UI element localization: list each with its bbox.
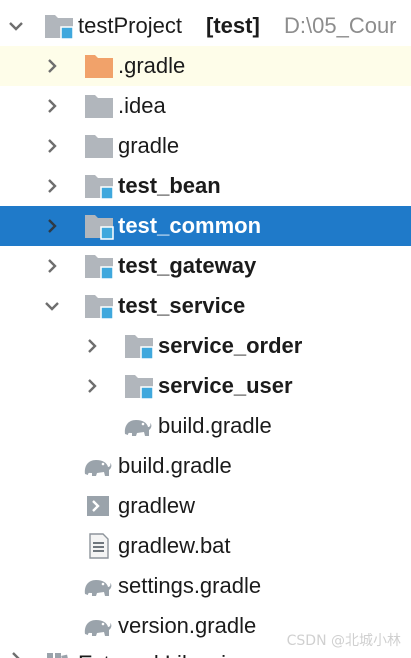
chevron-right-icon[interactable] (82, 336, 102, 356)
tree-row-gradlew-bat[interactable]: gradlew.bat (0, 526, 411, 566)
tree-row-test-service[interactable]: test_service (0, 286, 411, 326)
tree-label: test_gateway (118, 253, 257, 278)
tree-label: gradle (118, 133, 180, 158)
folder-orange-icon (85, 55, 113, 78)
chevron-right-icon[interactable] (42, 176, 62, 196)
chevron-right-icon[interactable] (6, 649, 26, 658)
module-folder-icon (85, 175, 114, 200)
tree-label: External Libraries (78, 649, 249, 658)
tree-label: test_bean (118, 173, 221, 198)
tree-row-gradlew[interactable]: gradlew (0, 486, 411, 526)
tree-row-dot-gradle[interactable]: .gradle (0, 46, 411, 86)
project-tree: testProject [test] D:\05_Cour .gradle .i… (0, 0, 411, 658)
tree-row-dot-idea[interactable]: .idea (0, 86, 411, 126)
chevron-right-icon[interactable] (42, 136, 62, 156)
chevron-right-icon[interactable] (42, 256, 62, 276)
folder-icon (85, 95, 113, 118)
shell-script-icon (87, 496, 109, 516)
tree-row-gradle[interactable]: gradle (0, 126, 411, 166)
project-name: testProject (78, 13, 182, 38)
tree-row-build-gradle[interactable]: build.gradle (0, 446, 411, 486)
tree-label: service_order (158, 333, 303, 358)
project-module-tag: [test] (206, 13, 260, 38)
gradle-elephant-icon (124, 420, 152, 436)
gradle-elephant-icon (84, 460, 112, 476)
tree-label: gradlew.bat (118, 533, 231, 558)
tree-label: version.gradle (118, 613, 257, 638)
chevron-right-icon[interactable] (42, 56, 62, 76)
tree-row-test-common[interactable]: test_common (0, 206, 411, 246)
module-folder-icon (85, 215, 114, 240)
tree-row-test-gateway[interactable]: test_gateway (0, 246, 411, 286)
tree-row-service-build-gradle[interactable]: build.gradle (0, 406, 411, 446)
tree-label: .gradle (118, 53, 186, 78)
module-folder-icon (125, 375, 154, 400)
gradle-elephant-icon (84, 620, 112, 636)
tree-label: test_common (118, 213, 262, 238)
module-folder-icon (125, 335, 154, 360)
module-folder-icon (45, 15, 74, 40)
tree-label: test_service (118, 293, 246, 318)
chevron-right-icon[interactable] (82, 376, 102, 396)
text-file-icon (89, 533, 109, 559)
module-folder-icon (85, 295, 114, 320)
tree-label: settings.gradle (118, 573, 262, 598)
tree-row-project-root[interactable]: testProject [test] D:\05_Cour (0, 6, 411, 46)
chevron-right-icon[interactable] (42, 216, 62, 236)
module-folder-icon (85, 255, 114, 280)
project-path: D:\05_Cour (284, 13, 397, 38)
tree-row-settings-gradle[interactable]: settings.gradle (0, 566, 411, 606)
tree-row-test-bean[interactable]: test_bean (0, 166, 411, 206)
chevron-down-icon[interactable] (6, 16, 26, 36)
tree-label: gradlew (118, 493, 196, 518)
library-icon (47, 653, 71, 658)
tree-label: build.gradle (158, 413, 272, 438)
folder-icon (85, 135, 113, 158)
watermark: CSDN @北城小林 (286, 633, 401, 649)
tree-row-service-order[interactable]: service_order (0, 326, 411, 366)
tree-label: build.gradle (118, 453, 232, 478)
tree-label: service_user (158, 373, 293, 398)
chevron-right-icon[interactable] (42, 96, 62, 116)
chevron-down-icon[interactable] (42, 296, 62, 316)
gradle-elephant-icon (84, 580, 112, 596)
tree-label: .idea (118, 93, 166, 118)
tree-row-service-user[interactable]: service_user (0, 366, 411, 406)
